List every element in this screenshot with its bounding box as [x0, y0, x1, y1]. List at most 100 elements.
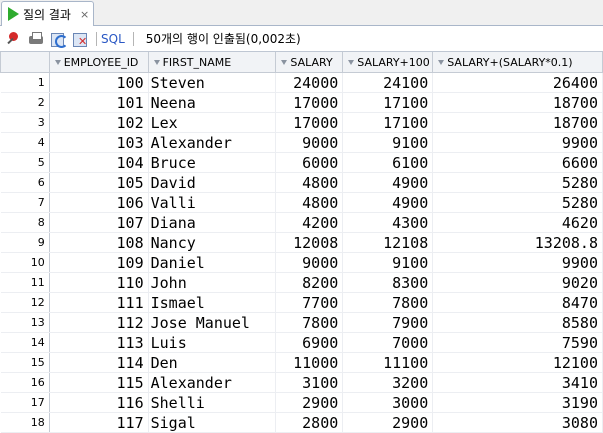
- refresh-icon[interactable]: [50, 31, 68, 48]
- table-cell[interactable]: 110: [49, 272, 149, 293]
- table-cell[interactable]: 12008: [275, 232, 344, 253]
- table-cell[interactable]: 4620: [432, 212, 603, 233]
- close-icon[interactable]: ×: [80, 8, 89, 21]
- table-cell[interactable]: 100: [49, 72, 149, 93]
- table-row[interactable]: 4 103 Alexander 9000 9100 9900: [0, 132, 603, 153]
- table-cell[interactable]: Valli: [148, 192, 277, 213]
- table-cell[interactable]: 4200: [275, 212, 344, 233]
- sql-button[interactable]: SQL: [101, 32, 125, 46]
- table-cell[interactable]: 12108: [342, 232, 434, 253]
- table-cell[interactable]: 11100: [342, 352, 434, 373]
- table-cell[interactable]: 113: [49, 332, 149, 353]
- table-cell[interactable]: 7000: [342, 332, 434, 353]
- table-cell[interactable]: 9000: [275, 132, 344, 153]
- table-cell[interactable]: 9020: [432, 272, 603, 293]
- table-row[interactable]: 7 106 Valli 4800 4900 5280: [0, 192, 603, 213]
- table-cell[interactable]: 9000: [275, 252, 344, 273]
- column-header[interactable]: SALARY: [275, 52, 344, 73]
- table-cell[interactable]: 3100: [275, 372, 344, 393]
- table-cell[interactable]: 106: [49, 192, 149, 213]
- column-header[interactable]: EMPLOYEE_ID: [48, 52, 149, 73]
- table-cell[interactable]: 13208.8: [432, 232, 603, 253]
- table-row[interactable]: 11 110 John 8200 8300 9020: [0, 272, 603, 293]
- table-cell[interactable]: 11000: [275, 352, 344, 373]
- table-cell[interactable]: 6600: [432, 152, 603, 173]
- table-cell[interactable]: 4800: [275, 192, 344, 213]
- table-cell[interactable]: Luis: [148, 332, 277, 353]
- table-cell[interactable]: 9100: [342, 132, 434, 153]
- table-cell[interactable]: 8470: [432, 292, 603, 313]
- table-cell[interactable]: 6900: [275, 332, 344, 353]
- table-cell[interactable]: John: [148, 272, 277, 293]
- table-cell[interactable]: 5280: [432, 192, 603, 213]
- table-cell[interactable]: 4900: [342, 172, 434, 193]
- table-cell[interactable]: Den: [148, 352, 277, 373]
- table-row[interactable]: 10 109 Daniel 9000 9100 9900: [0, 252, 603, 273]
- column-header[interactable]: SALARY+(SALARY*0.1): [432, 52, 603, 73]
- column-header[interactable]: FIRST_NAME: [147, 52, 277, 73]
- table-row[interactable]: 14 113 Luis 6900 7000 7590: [0, 332, 603, 353]
- table-cell[interactable]: 24000: [275, 72, 344, 93]
- table-cell[interactable]: 117: [49, 412, 149, 433]
- table-cell[interactable]: 105: [49, 172, 149, 193]
- table-cell[interactable]: 3080: [432, 412, 603, 433]
- table-cell[interactable]: 9900: [432, 132, 603, 153]
- table-cell[interactable]: Jose Manuel: [148, 312, 277, 333]
- table-cell[interactable]: David: [148, 172, 277, 193]
- table-cell[interactable]: 17000: [275, 112, 344, 133]
- table-cell[interactable]: 112: [49, 312, 149, 333]
- table-cell[interactable]: 3000: [342, 392, 434, 413]
- table-cell[interactable]: 104: [49, 152, 149, 173]
- table-cell[interactable]: 8200: [275, 272, 344, 293]
- table-cell[interactable]: 7800: [342, 292, 434, 313]
- table-cell[interactable]: 7900: [342, 312, 434, 333]
- table-cell[interactable]: Nancy: [148, 232, 277, 253]
- table-cell[interactable]: 9900: [432, 252, 603, 273]
- table-row[interactable]: 2 101 Neena 17000 17100 18700: [0, 92, 603, 113]
- table-cell[interactable]: Neena: [148, 92, 277, 113]
- table-cell[interactable]: 4300: [342, 212, 434, 233]
- table-cell[interactable]: 2900: [275, 392, 344, 413]
- table-cell[interactable]: 7590: [432, 332, 603, 353]
- table-cell[interactable]: 3200: [342, 372, 434, 393]
- table-cell[interactable]: 109: [49, 252, 149, 273]
- table-cell[interactable]: 17000: [275, 92, 344, 113]
- table-cell[interactable]: 115: [49, 372, 149, 393]
- table-cell[interactable]: Bruce: [148, 152, 277, 173]
- table-cell[interactable]: 3190: [432, 392, 603, 413]
- table-cell[interactable]: 17100: [342, 92, 434, 113]
- column-header[interactable]: SALARY+100: [342, 52, 434, 73]
- table-cell[interactable]: 6000: [275, 152, 344, 173]
- table-cell[interactable]: 5280: [432, 172, 603, 193]
- print-icon[interactable]: [28, 31, 44, 47]
- remove-icon[interactable]: ✕: [72, 31, 88, 47]
- table-row[interactable]: 5 104 Bruce 6000 6100 6600: [0, 152, 603, 173]
- table-row[interactable]: 16 115 Alexander 3100 3200 3410: [0, 372, 603, 393]
- table-cell[interactable]: 4900: [342, 192, 434, 213]
- table-cell[interactable]: Alexander: [148, 132, 277, 153]
- table-cell[interactable]: 108: [49, 232, 149, 253]
- table-cell[interactable]: Ismael: [148, 292, 277, 313]
- table-cell[interactable]: Steven: [148, 72, 277, 93]
- table-cell[interactable]: 103: [49, 132, 149, 153]
- table-cell[interactable]: 7700: [275, 292, 344, 313]
- table-row[interactable]: 1 100 Steven 24000 24100 26400: [0, 72, 603, 93]
- table-cell[interactable]: Daniel: [148, 252, 277, 273]
- table-cell[interactable]: Alexander: [148, 372, 277, 393]
- table-cell[interactable]: 18700: [432, 92, 603, 113]
- table-cell[interactable]: 102: [49, 112, 149, 133]
- table-row[interactable]: 18 117 Sigal 2800 2900 3080: [0, 412, 603, 433]
- table-row[interactable]: 15 114 Den 11000 11100 12100: [0, 352, 603, 373]
- table-cell[interactable]: 17100: [342, 112, 434, 133]
- table-cell[interactable]: 24100: [342, 72, 434, 93]
- table-cell[interactable]: 114: [49, 352, 149, 373]
- pin-icon[interactable]: [6, 31, 22, 47]
- table-row[interactable]: 6 105 David 4800 4900 5280: [0, 172, 603, 193]
- table-cell[interactable]: 8580: [432, 312, 603, 333]
- table-cell[interactable]: 101: [49, 92, 149, 113]
- table-row[interactable]: 8 107 Diana 4200 4300 4620: [0, 212, 603, 233]
- table-cell[interactable]: 12100: [432, 352, 603, 373]
- table-row[interactable]: 9 108 Nancy 12008 12108 13208.8: [0, 232, 603, 253]
- table-row[interactable]: 13 112 Jose Manuel 7800 7900 8580: [0, 312, 603, 333]
- table-cell[interactable]: 4800: [275, 172, 344, 193]
